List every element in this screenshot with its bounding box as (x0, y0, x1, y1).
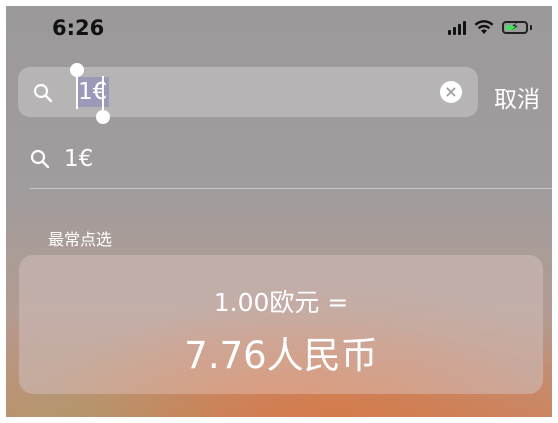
selection-start-handle[interactable] (70, 63, 84, 109)
cellular-signal-icon (448, 20, 466, 35)
conversion-source: 1.00欧元 = (213, 288, 349, 317)
search-input[interactable]: 1€ (76, 77, 110, 107)
conversion-result: 7.76人民币 (184, 334, 378, 377)
divider (30, 188, 552, 189)
search-icon (30, 149, 50, 169)
clear-icon[interactable]: × (440, 81, 462, 103)
wifi-icon (474, 20, 494, 34)
section-label: 最常点选 (48, 230, 113, 249)
search-suggestion[interactable]: 1€ (30, 142, 93, 176)
status-time: 6:26 (52, 16, 105, 40)
search-bar[interactable]: 1€ × (18, 63, 478, 124)
search-icon (33, 83, 53, 103)
screen: 6:26 ⚡ 1€ × 取消 1€ 最常点选 1.00欧元 = 7.76人民币 (6, 6, 552, 417)
cancel-button[interactable]: 取消 (494, 80, 540, 114)
conversion-result-card[interactable]: 1.00欧元 = 7.76人民币 (19, 255, 543, 394)
status-icons: ⚡ (448, 20, 532, 35)
battery-icon: ⚡ (502, 20, 528, 34)
suggestion-text: 1€ (64, 146, 94, 172)
selection-end-handle[interactable] (96, 76, 110, 124)
